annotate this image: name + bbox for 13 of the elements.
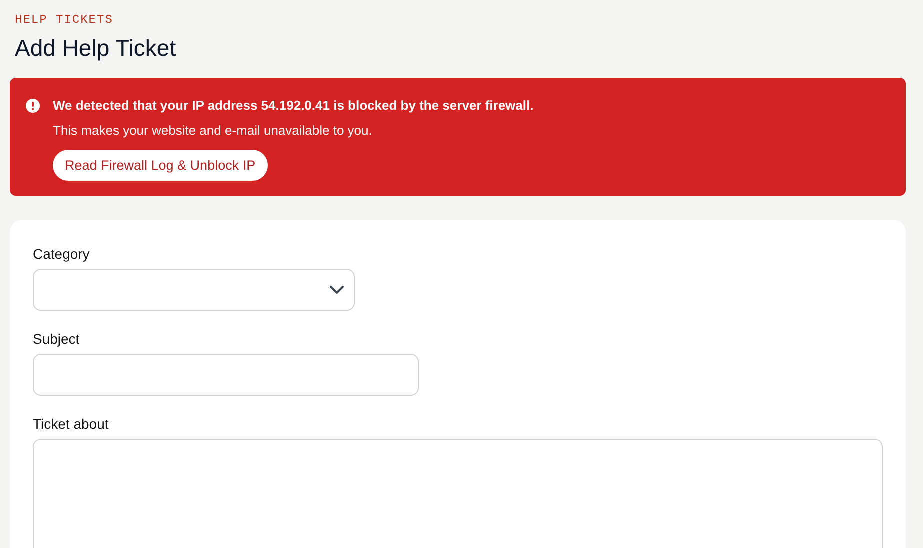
chevron-down-icon <box>329 285 345 295</box>
alert-detail: This makes your website and e-mail unavailable to you. <box>53 123 372 138</box>
section-label: HELP TICKETS <box>14 12 114 27</box>
field-label: Subject <box>33 331 81 347</box>
select-field[interactable] <box>33 269 355 311</box>
field-label: Category <box>33 246 91 262</box>
exclamation-icon <box>26 98 40 112</box>
field-label: Ticket about <box>33 416 110 432</box>
input-field[interactable] <box>33 354 419 396</box>
unblock-button[interactable]: Read Firewall Log & Unblock IP <box>53 150 268 181</box>
alert-message: We detected that your IP address 54.192.0.41 is blocked by the server firewall. <box>53 98 534 113</box>
text-area[interactable] <box>33 439 883 548</box>
page-title: Add Help Ticket <box>15 35 176 62</box>
